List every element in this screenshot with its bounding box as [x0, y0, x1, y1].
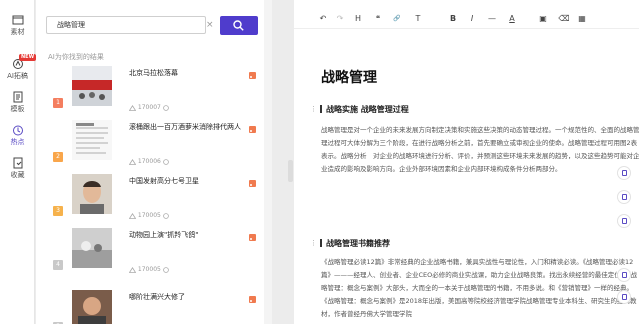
float-action-button[interactable] — [617, 214, 631, 228]
float-action-button[interactable] — [617, 268, 631, 282]
float-action-button[interactable] — [617, 166, 631, 180]
info-icon — [162, 266, 169, 273]
list-item[interactable]: 3 中国发射高分七号卫星 170005 — [48, 172, 262, 224]
nav-item-ai[interactable]: NEW AI拓稿 — [0, 54, 37, 81]
nav-label: 收藏 — [10, 171, 25, 179]
search-icon — [233, 20, 244, 31]
view-count: 170006 — [137, 158, 161, 165]
float-action-button[interactable] — [617, 190, 631, 204]
italic-button[interactable]: I — [467, 12, 477, 26]
resize-handle[interactable] — [288, 160, 293, 182]
views-icon — [129, 158, 136, 165]
info-icon — [162, 212, 169, 219]
view-count: 170005 — [137, 212, 161, 219]
float-action-button[interactable] — [617, 290, 631, 304]
nav-label: AI拓稿 — [7, 72, 28, 80]
favorite-icon — [13, 157, 22, 169]
article-thumbnail — [72, 120, 112, 160]
subscribe-icon[interactable] — [249, 126, 256, 133]
redo-button[interactable]: ↷ — [335, 12, 345, 26]
info-icon — [162, 158, 169, 165]
rank-badge: 2 — [53, 152, 63, 162]
section-body[interactable]: 《战略管理必读12篇》非常经典的企业战略书籍，兼具实战性与理论性，入门和精读必读… — [321, 256, 639, 324]
undo-button[interactable]: ↶ — [318, 12, 328, 26]
article-meta: 170005 — [129, 266, 169, 273]
results-hint: AI为你找到的结果 — [48, 53, 104, 61]
link-button[interactable]: 🔗 — [391, 12, 403, 26]
hot-icon — [12, 125, 23, 136]
search-input[interactable] — [46, 16, 206, 34]
text-color-button[interactable]: A — [506, 12, 518, 26]
subscribe-icon[interactable] — [249, 296, 256, 303]
subscribe-icon[interactable] — [249, 180, 256, 187]
list-scrollbar[interactable] — [264, 0, 272, 324]
material-icon — [12, 15, 23, 25]
article-title: 北京马拉松落幕 — [129, 69, 178, 77]
section-heading[interactable]: 战略实施 战略管理过程 — [320, 104, 409, 115]
nav-label: 模板 — [10, 105, 25, 113]
rank-badge: 1 — [53, 98, 63, 108]
view-count: 170007 — [137, 104, 161, 111]
section-body[interactable]: 战略管理是对一个企业的未来发展方向制定决策和实施这些决策的动态管理过程。一个规范… — [321, 124, 639, 188]
document-title[interactable]: 战略管理 — [321, 67, 377, 87]
subscribe-icon[interactable] — [249, 234, 256, 241]
section-heading[interactable]: 战略管理书籍推荐 — [320, 238, 390, 249]
article-title: 中国发射高分七号卫星 — [129, 177, 199, 185]
views-icon — [129, 104, 136, 111]
article-title: 哪阶壮满兴大修了 — [129, 293, 185, 301]
table-button[interactable]: ▦ — [576, 12, 588, 26]
template-icon — [13, 91, 22, 103]
article-thumbnail — [72, 228, 112, 268]
app-window: 素材 NEW AI拓稿 模板 热点 收藏 战略管理 × AI为你找到的结果 1 … — [0, 0, 639, 324]
panel-divider — [272, 0, 286, 324]
views-icon — [129, 212, 136, 219]
bold-button[interactable]: B — [448, 12, 458, 26]
view-count: 170005 — [137, 266, 161, 273]
nav-item-template[interactable]: 模板 — [0, 91, 35, 114]
list-item[interactable]: 5 哪阶壮满兴大修了 — [48, 288, 262, 324]
text-style-button[interactable]: T — [412, 12, 424, 26]
article-thumbnail — [72, 290, 112, 324]
left-nav: 素材 NEW AI拓稿 模板 热点 收藏 — [0, 0, 37, 324]
nav-item-hot[interactable]: 热点 — [0, 124, 35, 147]
views-icon — [129, 266, 136, 273]
rank-badge: 3 — [53, 206, 63, 216]
editor-toolbar: ↶ ↷ H ❝ 🔗 T B I — A ▣ ⌫ ▦ — [294, 9, 639, 29]
search-button[interactable] — [220, 16, 258, 35]
article-meta: 170006 — [129, 158, 169, 165]
subscribe-icon[interactable] — [249, 72, 256, 79]
format-button[interactable]: H — [353, 12, 363, 26]
rank-badge: 4 — [53, 260, 63, 270]
article-thumbnail — [72, 174, 112, 214]
article-title: 滚桶跟出一百万酒萝米消除排代两人 — [129, 123, 241, 131]
new-badge: NEW — [19, 54, 37, 61]
clear-search-button[interactable]: × — [206, 20, 214, 30]
divider-button[interactable]: — — [486, 12, 498, 26]
nav-item-favorite[interactable]: 收藏 — [0, 157, 35, 180]
document-editor: ↶ ↷ H ❝ 🔗 T B I — A ▣ ⌫ ▦ 战略管理 ⋮ 战略实施 战略… — [294, 0, 639, 324]
quote-button[interactable]: ❝ — [372, 12, 384, 26]
nav-label: 素材 — [10, 28, 25, 36]
info-icon — [162, 104, 169, 111]
nav-item-material[interactable]: 素材 — [0, 14, 35, 37]
clear-format-button[interactable]: ⌫ — [558, 12, 570, 26]
list-item[interactable]: 2 滚桶跟出一百万酒萝米消除排代两人 170006 — [48, 118, 262, 170]
hot-list-panel: × AI为你找到的结果 1 北京马拉松落幕 170007 — [36, 0, 272, 324]
add-block-icon[interactable]: ⋮ — [310, 240, 317, 247]
article-meta: 170005 — [129, 212, 169, 219]
article-thumbnail — [72, 66, 112, 106]
article-title: 动物园上演"抓羚飞鸽" — [129, 231, 199, 239]
image-button[interactable]: ▣ — [537, 12, 549, 26]
list-item[interactable]: 1 北京马拉松落幕 170007 — [48, 64, 262, 116]
add-block-icon[interactable]: ⋮ — [310, 106, 317, 113]
list-item[interactable]: 4 动物园上演"抓羚飞鸽" 170005 — [48, 226, 262, 278]
article-meta: 170007 — [129, 104, 169, 111]
nav-label: 热点 — [10, 138, 25, 146]
